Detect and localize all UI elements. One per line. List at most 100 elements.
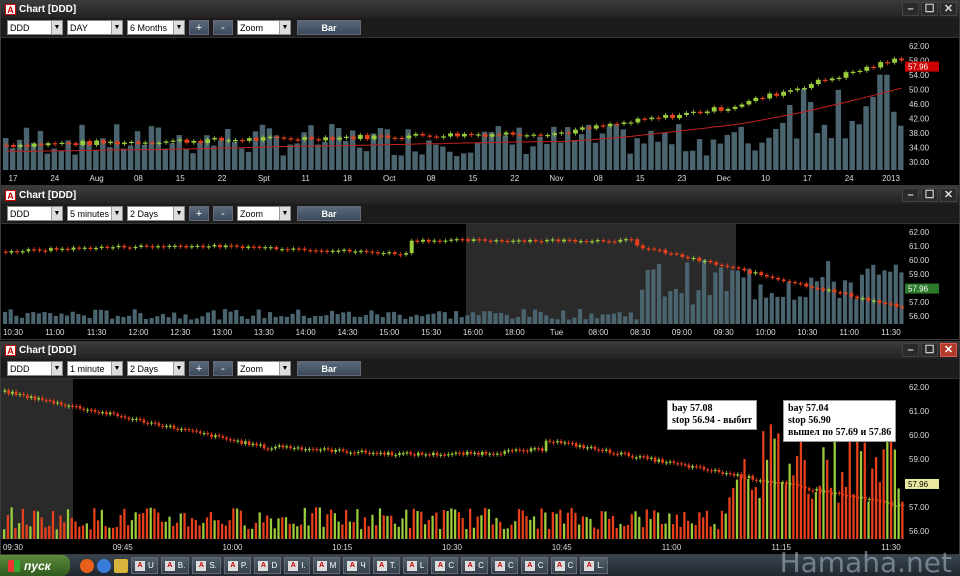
chevron-down-icon: ▼ <box>279 21 290 34</box>
volume-bar <box>814 281 819 324</box>
volume-bar <box>284 517 288 539</box>
taskbar-item[interactable]: A L. <box>580 557 608 574</box>
interval-select[interactable]: DAY ▼ <box>67 20 123 35</box>
candle-body <box>776 277 781 280</box>
volume-bar <box>814 492 818 539</box>
volume-bar <box>690 523 694 539</box>
start-button[interactable]: пуск <box>0 555 70 576</box>
interval-select[interactable]: 1 minute ▼ <box>67 361 123 376</box>
candle-body <box>424 454 428 456</box>
candle-body <box>454 239 459 241</box>
taskbar-item[interactable]: AM <box>312 557 341 574</box>
volume-bar <box>878 482 881 539</box>
volume-bar <box>412 151 418 170</box>
taskbar-item[interactable]: AL <box>402 557 429 574</box>
price-chart-daily[interactable]: 62.0058.0054.0050.0046.0042.0038.0034.00… <box>1 38 959 184</box>
range-select[interactable]: 2 Days ▼ <box>127 361 185 376</box>
close-button[interactable]: ✕ <box>940 188 957 202</box>
zoom-select[interactable]: Zoom ▼ <box>237 206 291 221</box>
taskbar-item[interactable]: A T. <box>372 557 400 574</box>
volume-bar <box>735 270 741 324</box>
zoom-out-button[interactable]: - <box>213 361 233 376</box>
minimize-button[interactable]: – <box>902 188 919 202</box>
taskbar-item[interactable]: AC <box>431 557 459 574</box>
zoom-select[interactable]: Zoom ▼ <box>237 361 291 376</box>
zoom-in-button[interactable]: + <box>189 206 209 221</box>
candle-body <box>128 141 134 144</box>
taskbar-item[interactable]: AU <box>131 557 158 574</box>
maximize-button[interactable]: ☐ <box>921 2 938 16</box>
minimize-button[interactable]: – <box>902 343 919 357</box>
window-titlebar[interactable]: A Chart [DDD] – ☐ ✕ <box>1 342 959 359</box>
candle-body <box>589 446 593 448</box>
taskbar-item-label: T. <box>389 561 396 570</box>
symbol-select[interactable]: DDD ▼ <box>7 20 63 35</box>
price-chart-5min[interactable]: 62.0061.0060.0059.0058.0057.0056.0010:30… <box>1 224 959 338</box>
candle-body <box>80 140 86 146</box>
candle-body <box>841 493 845 496</box>
taskbar-item[interactable]: AЧ <box>343 557 370 574</box>
browser-icon[interactable] <box>80 558 94 573</box>
zoom-select[interactable]: Zoom ▼ <box>237 20 291 35</box>
candle-body <box>597 449 601 451</box>
zoom-out-button[interactable]: - <box>213 206 233 221</box>
candle-body <box>635 118 641 123</box>
maximize-button[interactable]: ☐ <box>921 343 938 357</box>
taskbar-item[interactable]: AC <box>550 557 578 574</box>
x-tick-label: 10:30 <box>3 328 24 337</box>
zoom-in-button[interactable]: + <box>189 361 209 376</box>
interval-select[interactable]: 5 minutes ▼ <box>67 206 123 221</box>
candle-body <box>110 247 115 249</box>
taskbar-item[interactable]: A B. <box>160 557 190 574</box>
range-select[interactable]: 2 Days ▼ <box>127 206 185 221</box>
candle-body <box>758 480 762 482</box>
candle-body <box>582 445 585 449</box>
volume-bar <box>842 138 848 170</box>
window-titlebar[interactable]: A Chart [DDD] – ☐ ✕ <box>1 187 959 204</box>
volume-bar <box>70 517 73 539</box>
volume-bar <box>79 124 85 170</box>
volume-bar <box>337 521 340 539</box>
taskbar-item[interactable]: AD <box>254 557 282 574</box>
candle-body <box>494 240 499 242</box>
range-select[interactable]: 6 Months ▼ <box>127 20 185 35</box>
volume-bar <box>448 318 453 324</box>
browser-icon[interactable] <box>97 558 111 573</box>
candle-body <box>781 279 786 282</box>
chart-style-button[interactable]: Bar <box>297 361 361 376</box>
candle-body <box>401 453 405 455</box>
taskbar-item[interactable]: A I. <box>284 557 310 574</box>
taskbar-item[interactable]: AC <box>461 557 488 574</box>
chart-style-button[interactable]: Bar <box>297 206 361 221</box>
symbol-select[interactable]: DDD ▼ <box>7 206 63 221</box>
volume-bar <box>627 153 633 170</box>
window-titlebar[interactable]: A Chart [DDD] – ☐ ✕ <box>1 1 959 18</box>
candle-body <box>556 440 559 443</box>
taskbar-item-label: C <box>448 561 455 570</box>
zoom-out-button[interactable]: - <box>213 20 233 35</box>
candle-body <box>531 134 537 136</box>
candle-body <box>879 500 882 502</box>
chart-style-button[interactable]: Bar <box>297 20 361 35</box>
candle-body <box>663 114 669 118</box>
candle-body <box>371 452 375 455</box>
volume-bar <box>773 438 776 539</box>
maximize-button[interactable]: ☐ <box>921 188 938 202</box>
taskbar-item[interactable]: AC <box>490 557 518 574</box>
close-button[interactable]: ✕ <box>940 2 957 16</box>
volume-bar <box>416 510 419 539</box>
folder-icon[interactable] <box>114 558 128 573</box>
volume-bar <box>145 508 149 539</box>
taskbar-item[interactable]: AC <box>520 557 548 574</box>
taskbar-item[interactable]: A P. <box>223 557 252 574</box>
close-button[interactable]: ✕ <box>940 343 957 357</box>
candle-body <box>432 452 435 456</box>
volume-bar <box>341 524 344 539</box>
candle-body <box>135 418 138 420</box>
minimize-button[interactable]: – <box>902 2 919 16</box>
taskbar-item[interactable]: A S. <box>192 557 221 574</box>
candle-body <box>674 253 679 255</box>
zoom-in-button[interactable]: + <box>189 20 209 35</box>
candle-body <box>274 446 277 449</box>
symbol-select[interactable]: DDD ▼ <box>7 361 63 376</box>
